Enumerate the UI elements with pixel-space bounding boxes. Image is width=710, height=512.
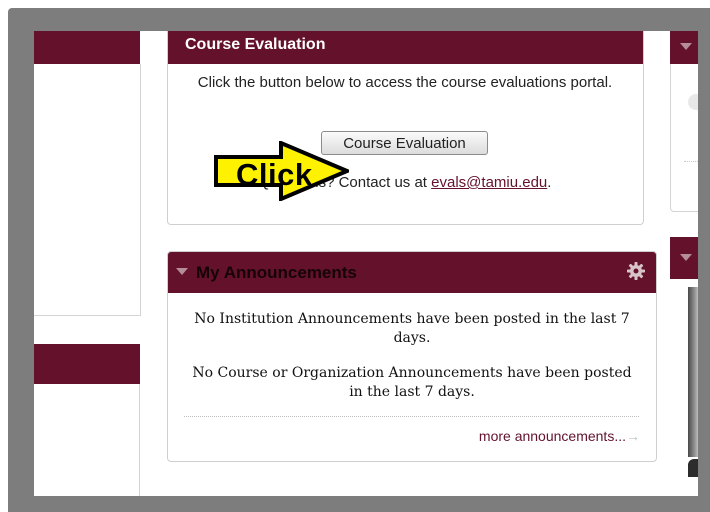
contact-email-link[interactable]: evals@tamiu.edu [431, 174, 547, 191]
gear-icon[interactable] [625, 260, 647, 282]
click-callout-label: Click [236, 157, 313, 192]
announcements-divider [184, 416, 639, 417]
right-module-body [670, 64, 698, 212]
more-announcements-link[interactable]: more announcements...→ [479, 428, 640, 444]
more-announcements-label: more announcements... [478, 428, 626, 444]
arrow-right-icon: → [626, 428, 640, 444]
chevron-down-icon[interactable] [176, 268, 188, 275]
institution-announcements-message: No Institution Announcements have been p… [194, 311, 630, 346]
chevron-down-icon[interactable] [680, 43, 692, 50]
left-module-header [34, 31, 140, 64]
announcements-header: My Announcements [168, 252, 656, 293]
right-module-header [670, 31, 698, 64]
announcements-title: My Announcements [196, 263, 357, 282]
contact-suffix: . [547, 174, 552, 191]
left-module-body [34, 64, 141, 316]
course-evaluation-header: Course Evaluation [168, 31, 643, 64]
right-module-image-footer [688, 459, 698, 477]
course-evaluation-title: Course Evaluation [185, 36, 326, 53]
course-evaluation-description: Click the button below to access the cou… [197, 74, 613, 91]
left-module-2-header [34, 344, 140, 384]
right-module-image [688, 287, 698, 457]
right-module-2-header [670, 237, 698, 279]
chevron-down-icon[interactable] [680, 254, 692, 261]
course-announcements-message: No Course or Organization Announcements … [192, 365, 632, 400]
left-module-2-body [34, 384, 140, 496]
announcements-module: My Announcements No Institution Announce… [167, 251, 657, 462]
right-module-control [688, 94, 698, 110]
portal-canvas: Course Evaluation Click the button below… [34, 31, 698, 496]
right-module-divider [684, 161, 698, 162]
